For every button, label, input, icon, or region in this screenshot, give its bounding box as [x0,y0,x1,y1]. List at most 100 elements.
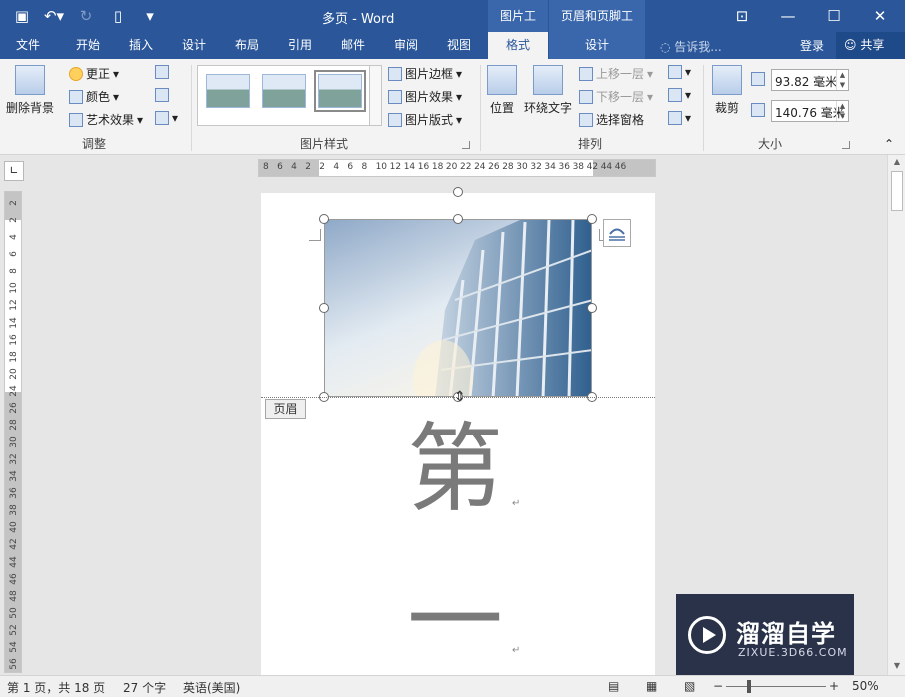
ruler-tick-label: 10 [9,282,19,295]
tab-layout[interactable]: 布局 [221,32,273,59]
redo-icon[interactable]: ↻ [72,5,100,27]
horizontal-ruler[interactable]: 8 6 4 2 2 4 6 8 10 12 14 16 18 20 22 24 26 28 30 32 34 36 38 42… [258,159,656,177]
picture-layout-icon [388,112,402,127]
header-footer-tools-context-label: 页眉和页脚工具 [549,0,645,55]
tell-me-search[interactable]: ◌ 告诉我... [660,38,722,55]
position-button[interactable]: 位置 [486,65,518,116]
rotate-handle[interactable] [453,187,463,197]
size-dialog-launcher[interactable] [842,141,850,149]
collapse-ribbon-icon[interactable]: ⌃ [884,137,894,151]
picture-border-button[interactable]: 图片边框 ▾ [388,65,462,82]
undo-icon[interactable]: ↶▾ [40,5,68,27]
scroll-thumb[interactable] [891,171,903,211]
vertical-ruler[interactable]: 2 2 4 6 8 10 12 14 16 18 20 24 26 28 30 32 34 36 38 40 42 44 4… [4,191,22,673]
style-thumbnail-selected[interactable] [314,70,366,112]
align-button[interactable]: ▾ [668,65,691,79]
save-icon[interactable]: ▣ [8,5,36,27]
zoom-level[interactable]: 50% [852,679,879,693]
ruler-tick-label: 4 [333,162,340,172]
resize-handle-right[interactable] [587,303,597,313]
close-icon[interactable]: ✕ [857,0,903,32]
scroll-down-icon[interactable]: ▼ [888,659,905,673]
height-spinner[interactable]: ▲ ▼ [836,70,848,90]
send-backward-button[interactable]: 下移一层 ▾ [579,88,653,105]
tab-file[interactable]: 文件 [2,32,54,59]
sign-in-link[interactable]: 登录 [800,37,824,54]
zoom-out-icon[interactable]: − [713,679,723,693]
arrange-group-label: 排列 [578,137,603,151]
tab-mailings[interactable]: 邮件 [327,32,379,59]
tab-header-footer-design[interactable]: 设计 [549,32,645,59]
resize-handle-top-right[interactable] [587,214,597,224]
wrap-text-button[interactable]: 环绕文字 [522,65,574,116]
share-button[interactable]: ☺ 共享 [836,32,905,59]
ruler-tick-label: 44 [9,555,19,568]
style-thumbnail[interactable] [206,74,250,108]
color-button[interactable]: 颜色 ▾ [69,88,119,105]
zoom-slider-thumb[interactable] [747,680,751,693]
maximize-icon[interactable]: ☐ [811,0,857,32]
height-field[interactable]: 93.82 毫米 ▲ ▼ [771,69,849,91]
tab-home[interactable]: 开始 [62,32,114,59]
body-text-char-1[interactable]: 第 [407,421,503,517]
change-picture-button[interactable] [155,88,169,102]
tab-design[interactable]: 设计 [168,32,220,59]
new-document-icon[interactable]: ▯ [104,5,132,27]
ruler-tick-label: 20 [9,367,19,380]
header-picture[interactable] [324,219,592,397]
minimize-icon[interactable]: — [765,0,811,32]
resize-handle-top[interactable] [453,214,463,224]
gallery-scroll[interactable] [369,66,381,125]
page-count-status[interactable]: 第 1 页，共 18 页 [7,679,105,696]
crop-icon [712,65,742,95]
read-mode-icon[interactable]: ▤ [608,679,619,693]
zoom-slider[interactable] [726,686,826,687]
picture-layout-button[interactable]: 图片版式 ▾ [388,111,462,128]
document-page[interactable]: ⇕ 页眉 第 ↵ 一 ↵ [261,187,655,675]
watermark-subtitle: ZIXUE.3D66.COM [738,646,848,659]
tab-references[interactable]: 引用 [274,32,326,59]
ribbon-display-options-icon[interactable]: ⊡ [719,0,765,32]
picture-effects-button[interactable]: 图片效果 ▾ [388,88,462,105]
reset-picture-button[interactable]: ▾ [155,111,178,125]
language-status[interactable]: 英语(美国) [183,679,240,696]
tab-view[interactable]: 视图 [433,32,485,59]
scroll-up-icon[interactable]: ▲ [888,155,905,169]
tab-review[interactable]: 审阅 [380,32,432,59]
ruler-tick-label: 2 [9,200,19,206]
ruler-tick-label: 32 [530,162,542,172]
bring-forward-button[interactable]: 上移一层 ▾ [579,65,653,82]
resize-handle-top-left[interactable] [319,214,329,224]
layout-options-button[interactable] [603,219,631,247]
vertical-scrollbar[interactable]: ▲ ▼ [887,155,905,675]
ruler-tick-label: 16 [417,162,430,172]
width-spinner[interactable]: ▲ ▼ [836,101,848,121]
compress-pictures-button[interactable] [155,65,169,79]
pen-icon [388,66,402,81]
corrections-button[interactable]: 更正 ▾ [69,65,119,82]
tab-insert[interactable]: 插入 [115,32,167,59]
zoom-in-icon[interactable]: + [829,679,839,693]
style-thumbnail[interactable] [262,74,306,108]
crop-button[interactable]: 裁剪 [710,65,744,116]
group-objects-button[interactable]: ▾ [668,88,691,102]
remove-background-button[interactable]: 删除背景 [4,65,56,116]
selection-pane-button[interactable]: 选择窗格 [579,111,644,128]
rotate-button[interactable]: ▾ [668,111,691,125]
height-icon [751,72,765,86]
artistic-effects-button[interactable]: 艺术效果 ▾ [69,111,143,128]
customize-qat-icon[interactable]: ▾ [136,5,164,27]
print-layout-icon[interactable]: ▦ [646,679,657,693]
body-text-char-2[interactable]: 一 [407,573,503,669]
tab-selector[interactable]: ∟ [4,161,24,181]
word-count-status[interactable]: 27 个字 [123,679,166,696]
play-logo-icon [688,616,726,654]
resize-handle-left[interactable] [319,303,329,313]
width-field[interactable]: 140.76 毫米 ▲ ▼ [771,100,849,122]
picture-styles-gallery[interactable] [197,65,382,126]
tab-format[interactable]: 格式 [488,32,548,59]
ruler-tick-label: 30 [9,436,19,448]
picture-styles-dialog-launcher[interactable] [462,141,470,149]
web-layout-icon[interactable]: ▧ [684,679,695,693]
size-group-label: 大小 [758,137,783,151]
